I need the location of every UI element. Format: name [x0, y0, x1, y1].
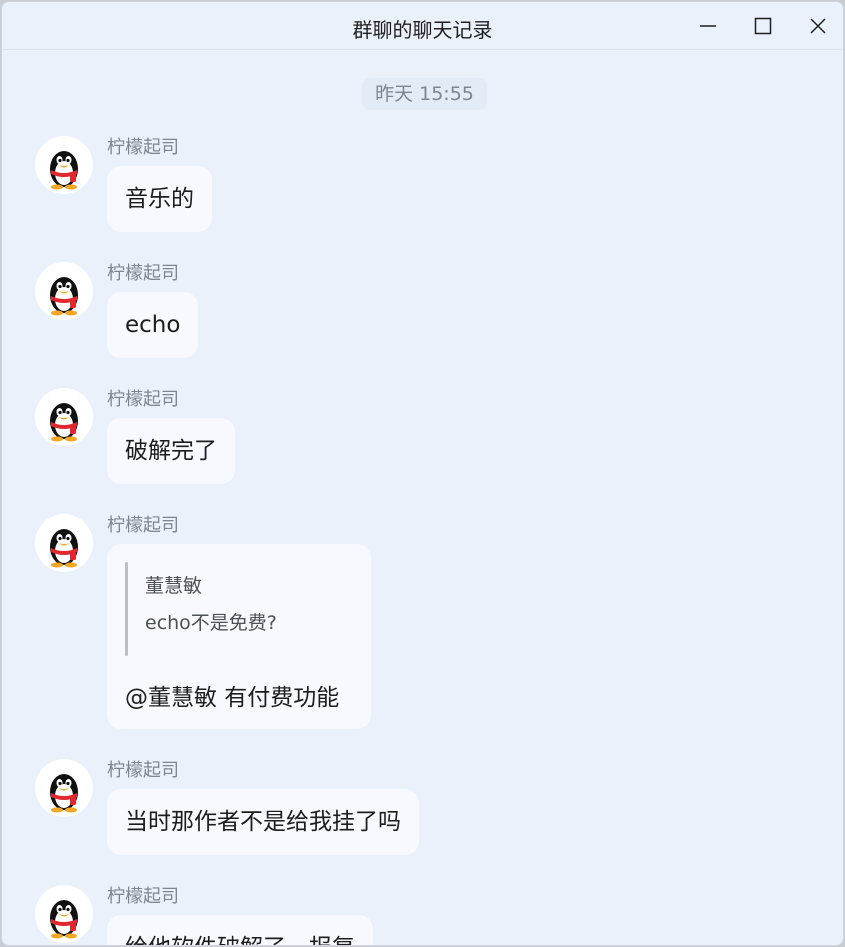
message-bubble[interactable]: 音乐的: [107, 166, 212, 232]
quoted-author[interactable]: 董慧敏: [145, 571, 202, 598]
qq-penguin-icon: [50, 277, 78, 316]
qq-penguin-icon: [50, 900, 78, 939]
sender-name[interactable]: 柠檬起司: [107, 885, 179, 909]
sender-name[interactable]: 柠檬起司: [107, 759, 179, 783]
avatar[interactable]: [35, 262, 93, 320]
avatar[interactable]: [35, 136, 93, 194]
timestamp-divider: 昨天 15:55: [362, 78, 487, 110]
reply-text: @董慧敏 有付费功能: [125, 685, 340, 711]
quote-bar: [125, 562, 128, 656]
message-bubble[interactable]: 当时那作者不是给我挂了吗: [107, 789, 419, 855]
sender-name[interactable]: 柠檬起司: [107, 136, 179, 160]
message-bubble[interactable]: 给他软件破解了，报复: [107, 915, 373, 945]
chat-history-window: 群聊的聊天记录 昨天 15:55 柠檬起司 音乐的 柠檬起司 echo 柠檬起司…: [1, 1, 844, 946]
close-icon: [810, 18, 826, 34]
avatar[interactable]: [35, 759, 93, 817]
message-bubble[interactable]: echo: [107, 292, 199, 358]
avatar[interactable]: [35, 388, 93, 446]
minimize-icon: [700, 25, 716, 27]
qq-penguin-icon: [50, 151, 78, 190]
maximize-button[interactable]: [743, 10, 783, 42]
avatar[interactable]: [35, 514, 93, 572]
title-bar: 群聊的聊天记录: [2, 2, 843, 50]
quoted-message[interactable]: echo不是免费?: [145, 608, 277, 635]
minimize-button[interactable]: [688, 10, 728, 42]
qq-penguin-icon: [50, 403, 78, 442]
qq-penguin-icon: [50, 529, 78, 568]
sender-name[interactable]: 柠檬起司: [107, 514, 179, 538]
maximize-icon: [754, 17, 772, 35]
message-list[interactable]: 昨天 15:55 柠檬起司 音乐的 柠檬起司 echo 柠檬起司 破解完了 柠檬…: [2, 50, 843, 945]
sender-name[interactable]: 柠檬起司: [107, 262, 179, 286]
close-button[interactable]: [798, 10, 838, 42]
avatar[interactable]: [35, 885, 93, 943]
message-bubble[interactable]: 董慧敏 echo不是免费? @董慧敏 有付费功能: [107, 544, 371, 729]
message-bubble[interactable]: 破解完了: [107, 418, 235, 484]
qq-penguin-icon: [50, 774, 78, 813]
sender-name[interactable]: 柠檬起司: [107, 388, 179, 412]
